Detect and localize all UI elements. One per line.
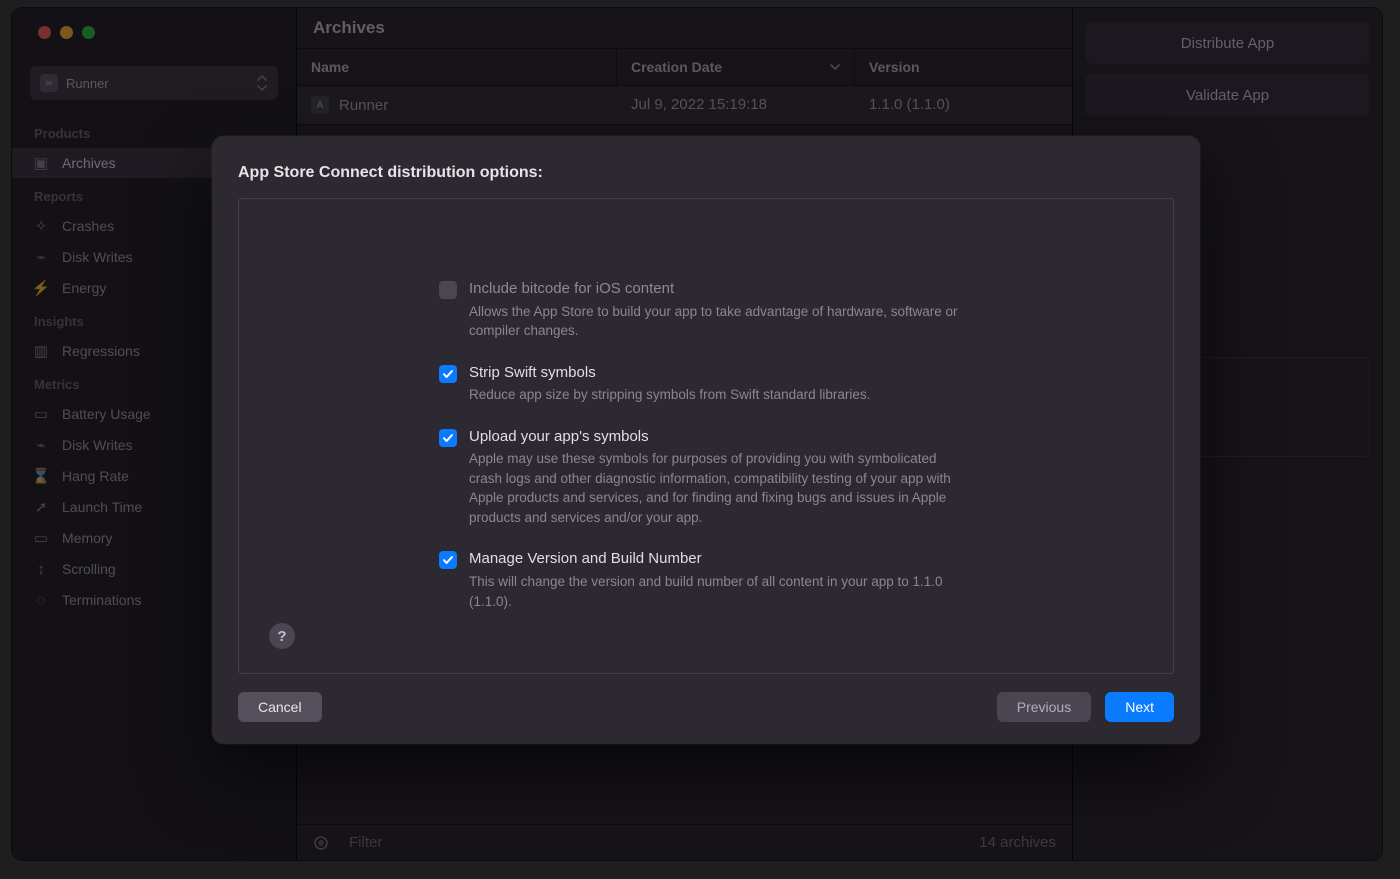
- previous-label: Previous: [1017, 699, 1071, 715]
- sheet-button-row: Cancel Previous Next: [238, 692, 1174, 722]
- cancel-button[interactable]: Cancel: [238, 692, 322, 722]
- previous-button[interactable]: Previous: [997, 692, 1091, 722]
- sheet-title: App Store Connect distribution options:: [238, 164, 1174, 182]
- checkbox-upload-symbols[interactable]: [439, 429, 457, 447]
- checkbox-bitcode[interactable]: [439, 281, 457, 299]
- option-title: Include bitcode for iOS content: [469, 279, 973, 299]
- option-upload-symbols[interactable]: Upload your app's symbols Apple may use …: [439, 427, 973, 528]
- distribution-options-sheet: App Store Connect distribution options: …: [212, 136, 1200, 744]
- checkbox-strip-swift[interactable]: [439, 365, 457, 383]
- option-strip-swift-symbols[interactable]: Strip Swift symbols Reduce app size by s…: [439, 363, 973, 405]
- next-button[interactable]: Next: [1105, 692, 1174, 722]
- option-desc: Allows the App Store to build your app t…: [469, 302, 973, 341]
- cancel-label: Cancel: [258, 699, 302, 715]
- option-title: Strip Swift symbols: [469, 363, 870, 383]
- next-label: Next: [1125, 699, 1154, 715]
- option-desc: This will change the version and build n…: [469, 572, 973, 611]
- option-title: Manage Version and Build Number: [469, 549, 973, 569]
- option-title: Upload your app's symbols: [469, 427, 973, 447]
- option-manage-version[interactable]: Manage Version and Build Number This wil…: [439, 549, 973, 611]
- help-button[interactable]: ?: [269, 623, 295, 649]
- options-frame: Include bitcode for iOS content Allows t…: [238, 198, 1174, 674]
- checkbox-manage-version[interactable]: [439, 551, 457, 569]
- option-include-bitcode[interactable]: Include bitcode for iOS content Allows t…: [439, 279, 973, 341]
- organizer-window: ∞ Runner Products ▣ Archives Reports ✧ C…: [12, 8, 1382, 860]
- option-desc: Apple may use these symbols for purposes…: [469, 449, 973, 527]
- option-desc: Reduce app size by stripping symbols fro…: [469, 385, 870, 405]
